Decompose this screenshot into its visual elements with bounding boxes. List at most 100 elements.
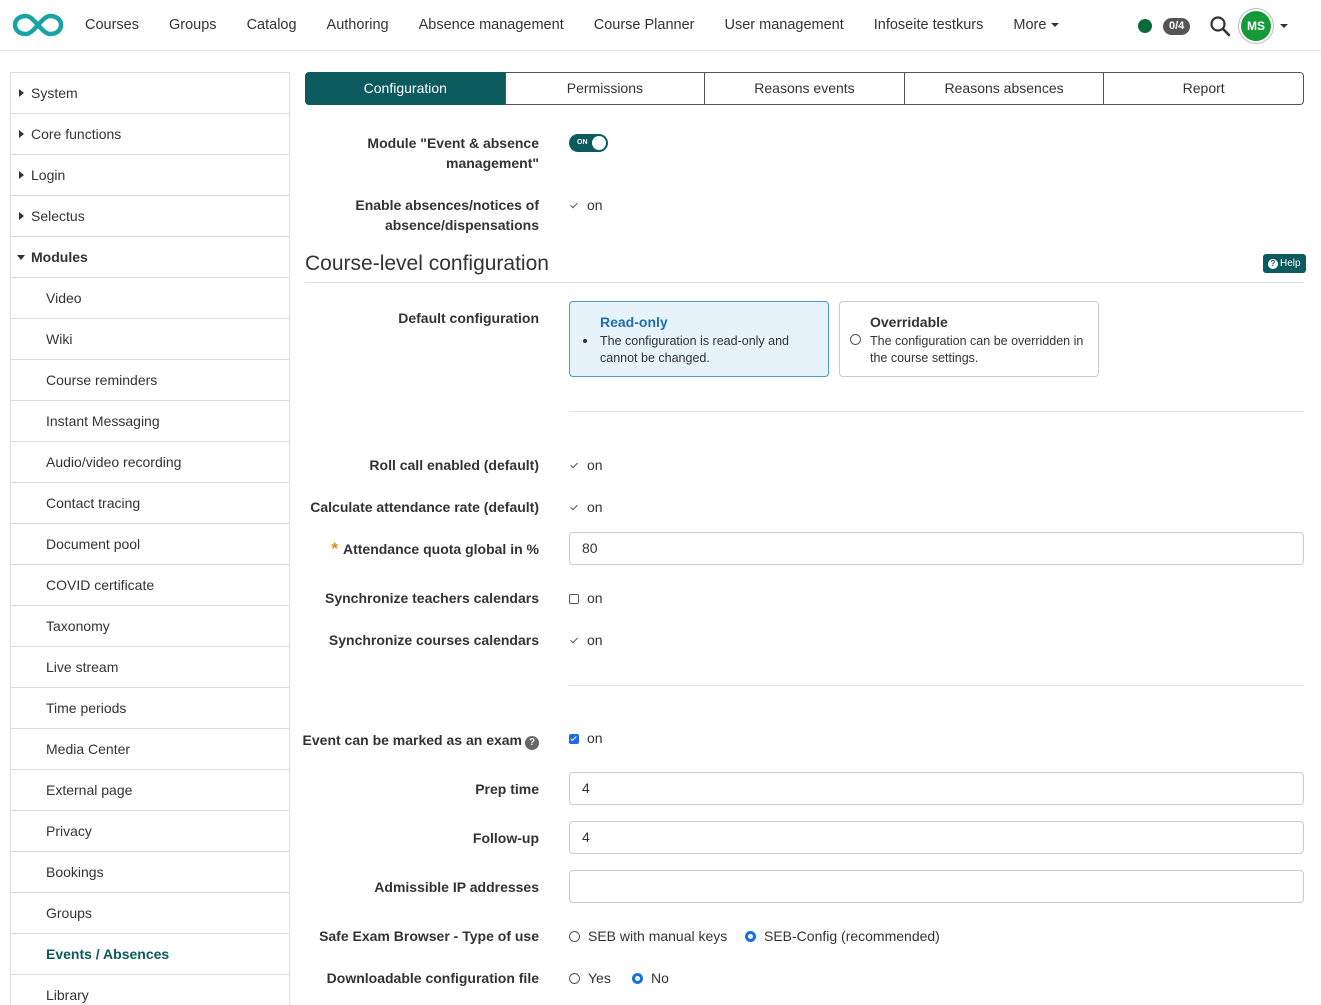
sidebar-item-privacy[interactable]: Privacy (11, 811, 289, 852)
section-divider (305, 282, 1304, 283)
sidebar-item-label: System (31, 85, 78, 101)
nav-course-planner[interactable]: Course Planner (579, 0, 710, 51)
ip-addresses-label: Admissible IP addresses (374, 879, 539, 895)
nav-groups[interactable]: Groups (154, 0, 232, 51)
rollcall-checkbox[interactable]: on (569, 455, 603, 475)
tab-report[interactable]: Report (1103, 72, 1304, 105)
sidebar-item-instant-messaging[interactable]: Instant Messaging (11, 401, 289, 442)
admin-sidebar: System Core functions Login Selectus Mod… (10, 72, 290, 1005)
option-title: Read-only (600, 314, 668, 330)
caret-right-icon (19, 171, 24, 179)
nav-infoseite-testkurs[interactable]: Infoseite testkurs (859, 0, 999, 51)
quota-input[interactable]: 80 (569, 532, 1304, 565)
tab-reasons-absences[interactable]: Reasons absences (903, 72, 1105, 105)
sidebar-item-course-reminders[interactable]: Course reminders (11, 360, 289, 401)
sidebar-item-live-stream[interactable]: Live stream (11, 647, 289, 688)
radio-label: No (651, 970, 669, 986)
sidebar-item-events-absences[interactable]: Events / Absences (11, 934, 289, 975)
check-icon (569, 636, 579, 646)
config-tabs: Configuration Permissions Reasons events… (305, 72, 1304, 105)
help-button[interactable]: ? Help (1263, 254, 1306, 273)
sidebar-item-media-center[interactable]: Media Center (11, 729, 289, 770)
sidebar-item-modules[interactable]: Modules (11, 237, 289, 278)
option-title: Overridable (870, 314, 948, 330)
sidebar-item-taxonomy[interactable]: Taxonomy (11, 606, 289, 647)
sidebar-item-contact-tracing[interactable]: Contact tracing (11, 483, 289, 524)
ip-addresses-input[interactable] (569, 870, 1304, 903)
radio-label: Yes (588, 970, 611, 986)
sidebar-item-video[interactable]: Video (11, 278, 289, 319)
download-radio-no[interactable]: No (632, 968, 669, 988)
checkbox-on-label: on (587, 632, 603, 648)
radio-checked-icon (745, 931, 756, 942)
attendance-rate-label: Calculate attendance rate (default) (310, 499, 539, 515)
chevron-down-icon (1051, 23, 1060, 28)
sync-courses-checkbox[interactable]: on (569, 630, 603, 650)
download-config-label: Downloadable configuration file (326, 970, 539, 986)
seb-radio-manual-keys[interactable]: SEB with manual keys (569, 926, 727, 946)
module-label: Module "Event & absence management" (367, 135, 539, 171)
nav-authoring[interactable]: Authoring (312, 0, 404, 51)
help-tooltip-icon[interactable]: ? (525, 736, 539, 750)
nav-catalog[interactable]: Catalog (232, 0, 312, 51)
prep-time-input[interactable]: 4 (569, 772, 1304, 805)
option-card-overridable[interactable]: Overridable The configuration can be ove… (839, 301, 1099, 377)
top-navbar: Courses Groups Catalog Authoring Absence… (0, 0, 1321, 51)
sidebar-item-time-periods[interactable]: Time periods (11, 688, 289, 729)
sync-courses-label: Synchronize courses calendars (328, 632, 539, 648)
sidebar-item-document-pool[interactable]: Document pool (11, 524, 289, 565)
toggle-state-text: ON (577, 139, 588, 146)
radio-checked-icon (632, 973, 643, 984)
openolat-logo-icon[interactable] (12, 11, 64, 39)
caret-down-icon (17, 255, 25, 260)
seb-radio-seb-config[interactable]: SEB-Config (recommended) (745, 926, 940, 946)
default-config-label: Default configuration (398, 310, 539, 326)
attendance-rate-checkbox[interactable]: on (569, 497, 603, 517)
check-icon (569, 201, 579, 211)
option-description: The configuration can be overridden in t… (870, 334, 1084, 365)
check-icon (569, 461, 579, 471)
sync-teachers-label: Synchronize teachers calendars (325, 590, 539, 606)
download-radio-yes[interactable]: Yes (569, 968, 611, 988)
section-title: Course-level configuration (305, 252, 549, 275)
exam-checkbox[interactable]: on (569, 728, 603, 748)
enable-absences-checkbox[interactable]: on (569, 195, 603, 215)
nav-user-management[interactable]: User management (709, 0, 858, 51)
sync-teachers-checkbox[interactable]: on (569, 588, 603, 608)
sidebar-item-audio-video-recording[interactable]: Audio/video recording (11, 442, 289, 483)
tab-reasons-events[interactable]: Reasons events (704, 72, 905, 105)
sidebar-item-covid-certificate[interactable]: COVID certificate (11, 565, 289, 606)
checkbox-checked-icon (569, 734, 579, 744)
sidebar-item-system[interactable]: System (11, 73, 289, 114)
sidebar-item-external-page[interactable]: External page (11, 770, 289, 811)
sidebar-item-groups[interactable]: Groups (11, 893, 289, 934)
tab-permissions[interactable]: Permissions (504, 72, 706, 105)
radio-icon (569, 973, 580, 984)
user-menu-chevron-icon[interactable] (1280, 24, 1288, 28)
notification-badge[interactable]: 0/4 (1163, 18, 1191, 35)
checkbox-on-label: on (587, 457, 603, 473)
sidebar-item-selectus[interactable]: Selectus (11, 196, 289, 237)
sidebar-item-core-functions[interactable]: Core functions (11, 114, 289, 155)
toggle-knob (592, 136, 606, 150)
sidebar-item-bookings[interactable]: Bookings (11, 852, 289, 893)
module-toggle[interactable]: ON (569, 134, 608, 152)
online-status-icon[interactable] (1138, 19, 1152, 33)
follow-up-input[interactable]: 4 (569, 821, 1304, 854)
user-avatar[interactable]: MS (1241, 11, 1271, 41)
nav-more-menu[interactable]: More (998, 0, 1074, 51)
required-star-icon: * (331, 539, 338, 558)
search-icon[interactable] (1209, 15, 1231, 37)
nav-absence-management[interactable]: Absence management (404, 0, 579, 51)
sidebar-item-library[interactable]: Library (11, 975, 289, 1005)
selected-radio-icon (583, 339, 587, 343)
prep-time-label: Prep time (475, 781, 539, 797)
exam-label-text: Event can be marked as an exam (302, 732, 522, 748)
sidebar-item-wiki[interactable]: Wiki (11, 319, 289, 360)
nav-courses[interactable]: Courses (70, 0, 154, 51)
quota-label: * Attendance quota global in % (279, 539, 539, 559)
divider (569, 411, 1304, 412)
sidebar-item-login[interactable]: Login (11, 155, 289, 196)
tab-configuration[interactable]: Configuration (305, 72, 506, 105)
option-card-read-only[interactable]: Read-only The configuration is read-only… (569, 301, 829, 377)
